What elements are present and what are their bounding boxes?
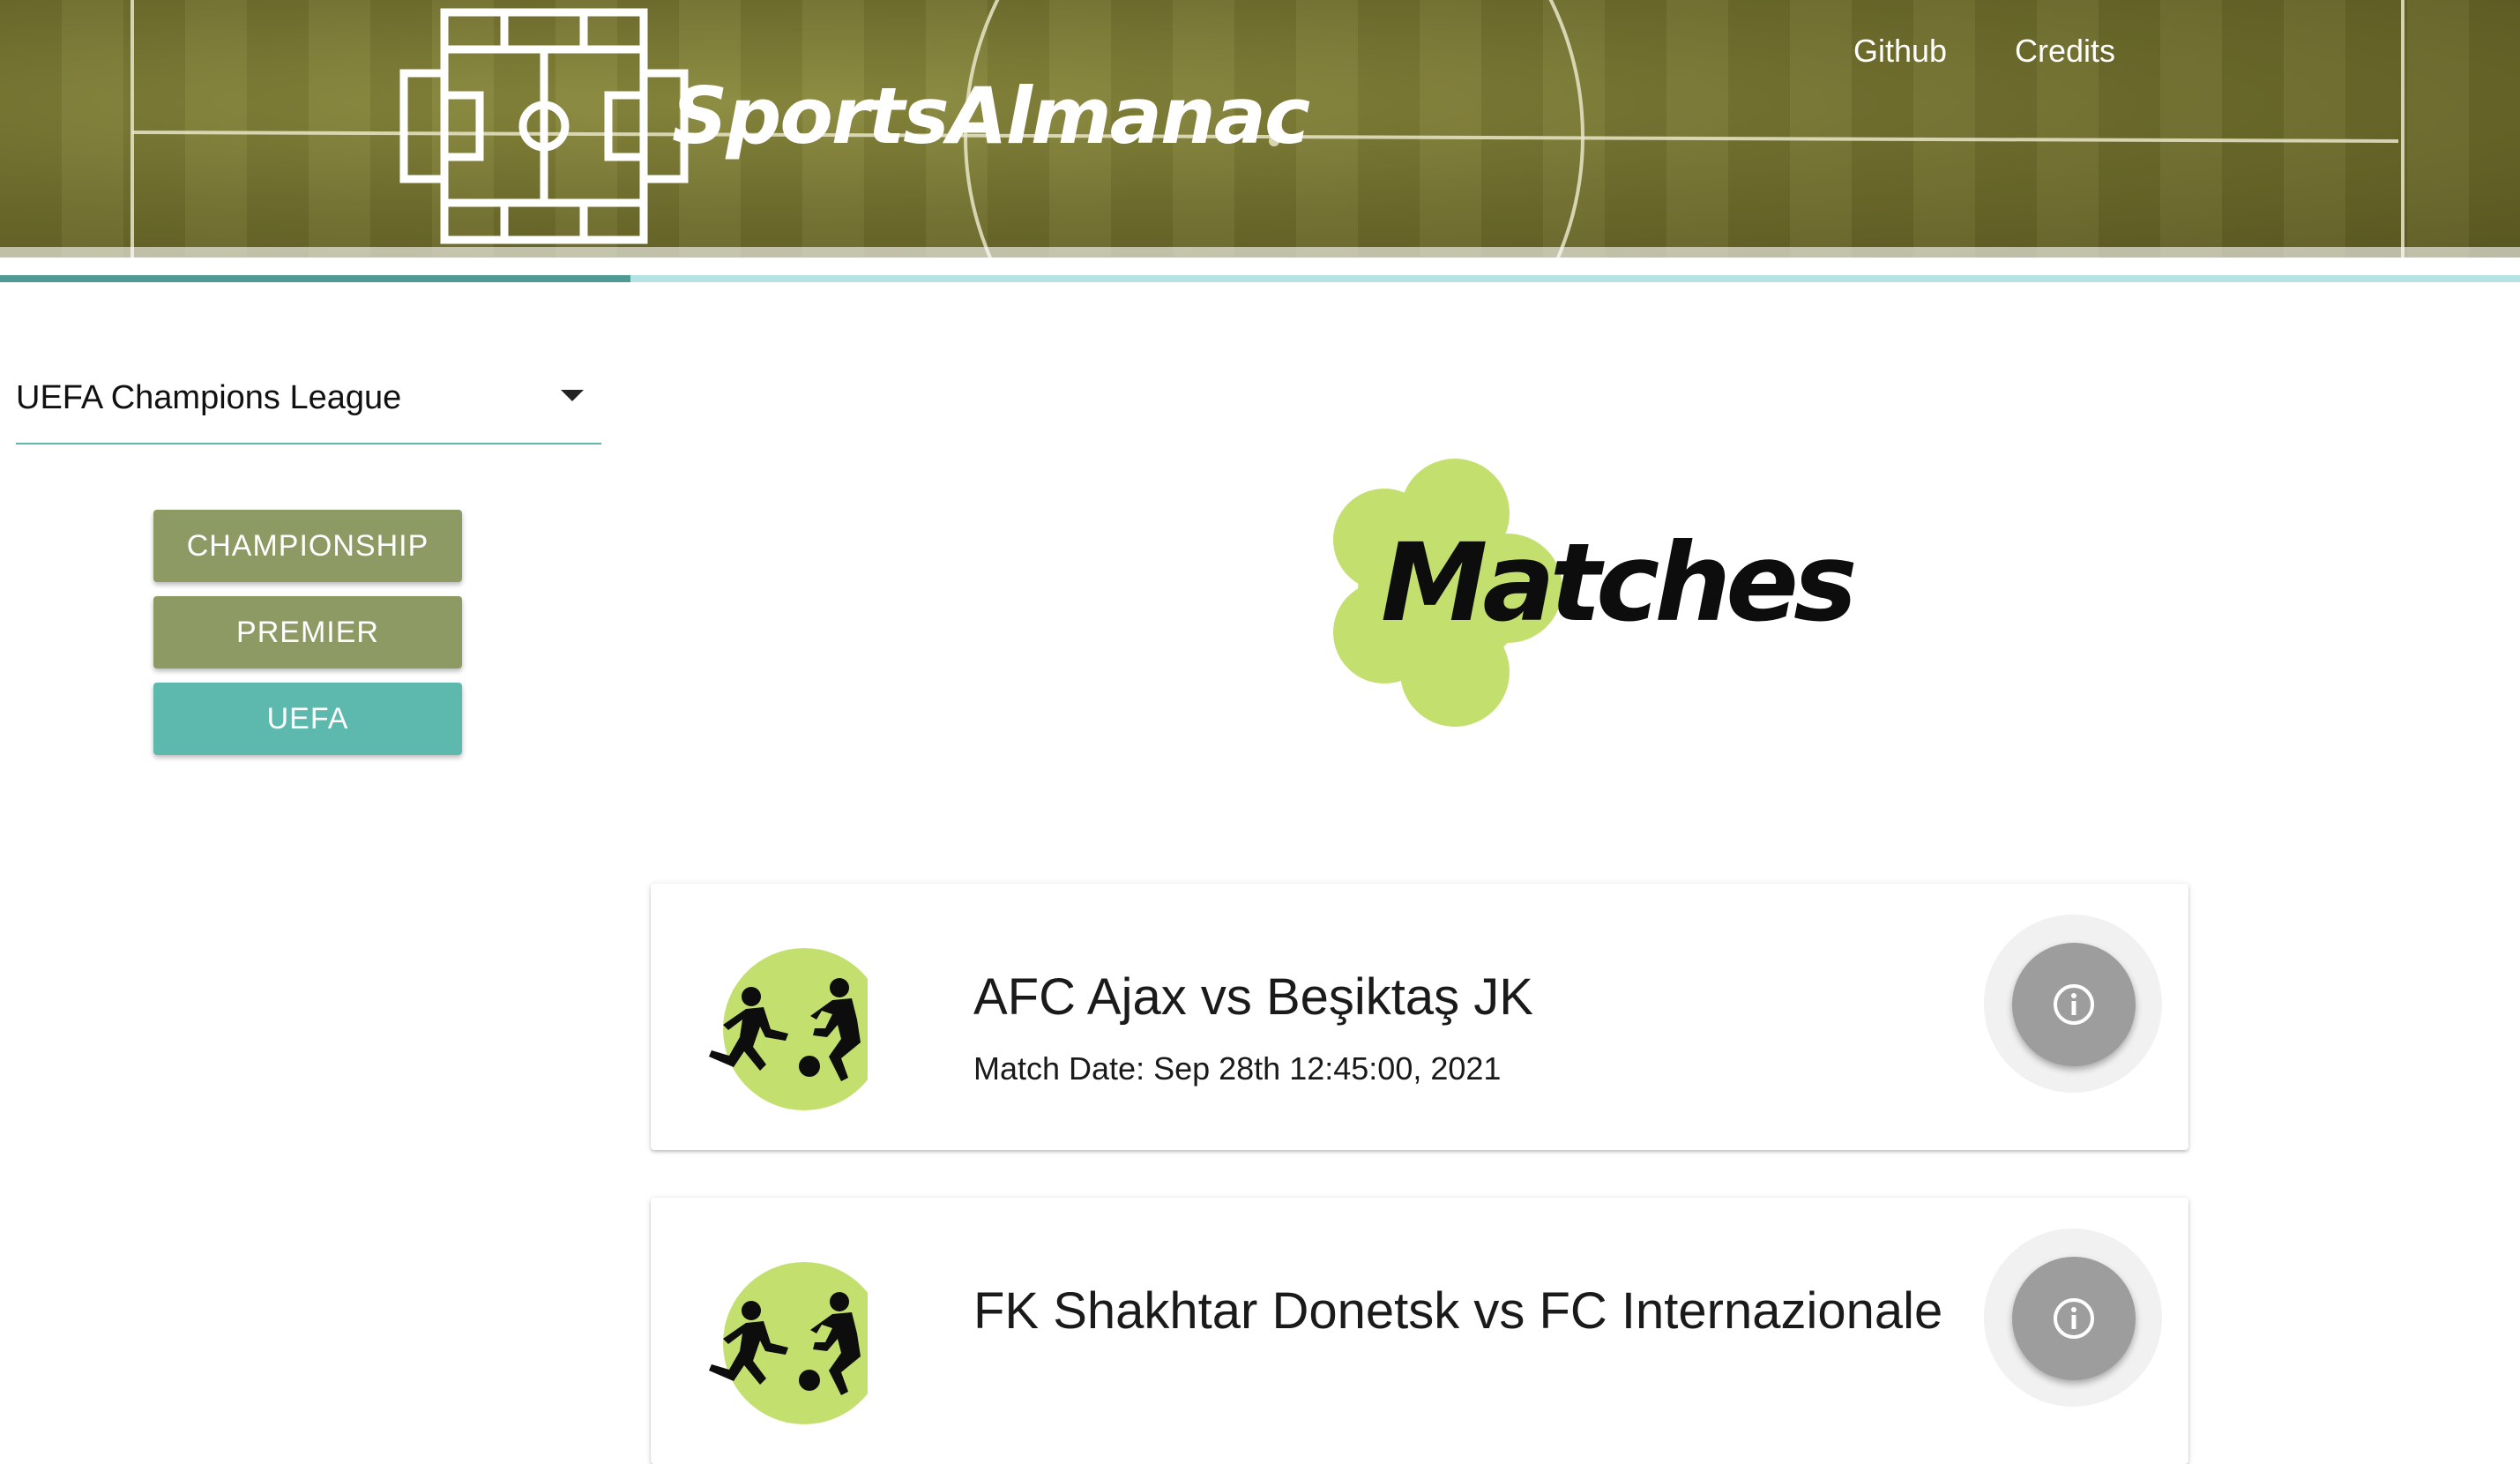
info-icon	[2054, 1298, 2094, 1339]
section-title: Matches	[1381, 520, 1858, 646]
progress-bar-fill	[0, 275, 630, 282]
premier-button[interactable]: PREMIER	[153, 596, 462, 669]
chevron-down-icon	[561, 390, 584, 401]
championship-button[interactable]: CHAMPIONSHIP	[153, 510, 462, 582]
soccer-field-icon	[399, 8, 689, 244]
match-title: FK Shakhtar Donetsk vs FC Internazionale	[973, 1282, 1943, 1340]
progress-bar	[0, 275, 2520, 282]
header-banner: SportsAlmanac Github Credits	[0, 0, 2520, 258]
match-date: Match Date: Sep 28th 12:45:00, 2021	[973, 1050, 1502, 1087]
league-select-value: UEFA Champions League	[16, 379, 402, 416]
info-icon	[2054, 984, 2094, 1025]
uefa-button[interactable]: UEFA	[153, 683, 462, 755]
match-info-button[interactable]	[2012, 943, 2136, 1066]
match-title: AFC Ajax vs Beşiktaş JK	[973, 968, 1533, 1026]
league-select[interactable]: UEFA Champions League	[16, 370, 601, 444]
soccer-players-icon	[709, 948, 868, 1110]
nav-link-credits[interactable]: Credits	[2015, 35, 2115, 67]
match-card[interactable]: AFC Ajax vs Beşiktaş JK Match Date: Sep …	[651, 884, 2188, 1150]
soccer-players-icon	[709, 1262, 868, 1424]
brand-name: SportsAlmanac	[672, 71, 1310, 161]
match-info-button[interactable]	[2012, 1257, 2136, 1380]
nav-link-github[interactable]: Github	[1853, 35, 1947, 67]
match-card[interactable]: FK Shakhtar Donetsk vs FC Internazionale	[651, 1198, 2188, 1464]
